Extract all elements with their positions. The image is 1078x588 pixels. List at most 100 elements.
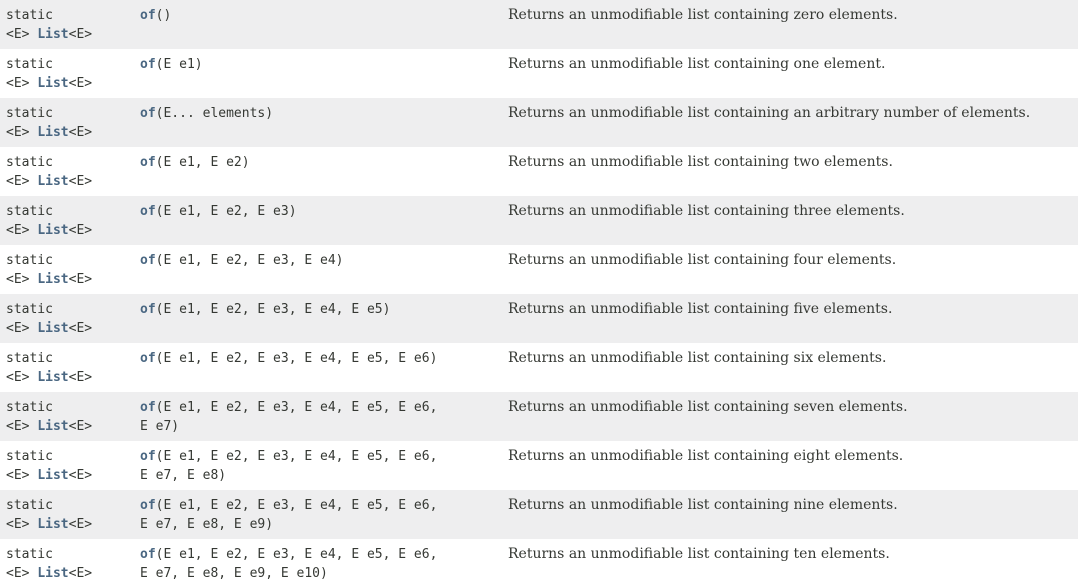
signature-cell: of(E e1) bbox=[140, 55, 508, 98]
modifier-text: static bbox=[6, 351, 53, 366]
signature-cell: of(E e1, E e2, E e3, E e4, E e5) bbox=[140, 300, 508, 343]
list-type-link[interactable]: List bbox=[37, 27, 68, 42]
method-link-of[interactable]: of bbox=[140, 351, 156, 366]
description-cell: Returns an unmodifiable list containing … bbox=[508, 448, 904, 464]
signature-cell: of(E e1, E e2, E e3, E e4, E e5, E e6, E… bbox=[140, 496, 508, 539]
method-link-of[interactable]: of bbox=[140, 8, 156, 23]
params-line2: E e7, E e8) bbox=[140, 468, 227, 483]
type-params: <E> bbox=[6, 125, 38, 140]
params-line1: (E e1, E e2, E e3, E e4, E e5) bbox=[155, 302, 391, 317]
method-summary-table: static <E> List<E> of() Returns an unmod… bbox=[0, 0, 1078, 588]
return-generic: <E> bbox=[68, 125, 93, 140]
list-type-link[interactable]: List bbox=[37, 370, 68, 385]
return-generic: <E> bbox=[68, 76, 93, 91]
list-type-link[interactable]: List bbox=[37, 174, 68, 189]
type-params: <E> bbox=[6, 76, 38, 91]
modifier-cell: static <E> List<E> bbox=[0, 349, 140, 392]
params-line1: (E e1, E e2, E e3, E e4, E e5, E e6, bbox=[155, 547, 438, 562]
table-row: static <E> List<E> of(E e1, E e2, E e3, … bbox=[0, 343, 1078, 392]
params-line1: (E e1, E e2, E e3) bbox=[155, 204, 297, 219]
description-cell: Returns an unmodifiable list containing … bbox=[508, 399, 908, 415]
method-link-of[interactable]: of bbox=[140, 400, 156, 415]
modifier-cell: static <E> List<E> bbox=[0, 202, 140, 245]
list-type-link[interactable]: List bbox=[37, 321, 68, 336]
signature-cell: of(E e1, E e2) bbox=[140, 153, 508, 196]
list-type-link[interactable]: List bbox=[37, 223, 68, 238]
return-generic: <E> bbox=[68, 517, 93, 532]
modifier-text: static bbox=[6, 302, 53, 317]
description-cell: Returns an unmodifiable list containing … bbox=[508, 546, 890, 562]
table-row: static <E> List<E> of(E e1, E e2, E e3, … bbox=[0, 539, 1078, 588]
table-row: static <E> List<E> of() Returns an unmod… bbox=[0, 0, 1078, 49]
params-line2: E e7) bbox=[140, 419, 180, 434]
type-params: <E> bbox=[6, 223, 38, 238]
params-line1: (E e1, E e2, E e3, E e4) bbox=[155, 253, 344, 268]
signature-cell: of(E e1, E e2, E e3, E e4, E e5, E e6, E… bbox=[140, 545, 508, 588]
params-line1: (E e1, E e2, E e3, E e4, E e5, E e6, bbox=[155, 498, 438, 513]
modifier-cell: static <E> List<E> bbox=[0, 251, 140, 294]
signature-cell: of(E... elements) bbox=[140, 104, 508, 147]
params-line1: () bbox=[155, 8, 172, 23]
return-generic: <E> bbox=[68, 419, 93, 434]
list-type-link[interactable]: List bbox=[37, 517, 68, 532]
description-cell: Returns an unmodifiable list containing … bbox=[508, 105, 1031, 121]
modifier-text: static bbox=[6, 400, 53, 415]
table-row: static <E> List<E> of(E e1, E e2, E e3) … bbox=[0, 196, 1078, 245]
modifier-cell: static <E> List<E> bbox=[0, 6, 140, 49]
return-generic: <E> bbox=[68, 566, 93, 581]
modifier-cell: static <E> List<E> bbox=[0, 153, 140, 196]
table-row: static <E> List<E> of(E... elements) Ret… bbox=[0, 98, 1078, 147]
modifier-cell: static <E> List<E> bbox=[0, 447, 140, 490]
list-type-link[interactable]: List bbox=[37, 272, 68, 287]
list-type-link[interactable]: List bbox=[37, 419, 68, 434]
modifier-cell: static <E> List<E> bbox=[0, 300, 140, 343]
table-row: static <E> List<E> of(E e1, E e2, E e3, … bbox=[0, 441, 1078, 490]
method-link-of[interactable]: of bbox=[140, 253, 156, 268]
modifier-cell: static <E> List<E> bbox=[0, 545, 140, 588]
params-line1: (E... elements) bbox=[155, 106, 274, 121]
signature-cell: of(E e1, E e2, E e3, E e4) bbox=[140, 251, 508, 294]
type-params: <E> bbox=[6, 27, 38, 42]
return-generic: <E> bbox=[68, 27, 93, 42]
description-cell: Returns an unmodifiable list containing … bbox=[508, 301, 893, 317]
params-line1: (E e1, E e2, E e3, E e4, E e5, E e6, bbox=[155, 449, 438, 464]
params-line1: (E e1, E e2, E e3, E e4, E e5, E e6, bbox=[155, 400, 438, 415]
type-params: <E> bbox=[6, 272, 38, 287]
description-cell: Returns an unmodifiable list containing … bbox=[508, 7, 898, 23]
return-generic: <E> bbox=[68, 321, 93, 336]
params-line2: E e7, E e8, E e9, E e10) bbox=[140, 566, 328, 581]
table-row: static <E> List<E> of(E e1, E e2, E e3, … bbox=[0, 245, 1078, 294]
list-type-link[interactable]: List bbox=[37, 76, 68, 91]
modifier-text: static bbox=[6, 106, 53, 121]
table-row: static <E> List<E> of(E e1) Returns an u… bbox=[0, 49, 1078, 98]
signature-cell: of(E e1, E e2, E e3) bbox=[140, 202, 508, 245]
table-row: static <E> List<E> of(E e1, E e2, E e3, … bbox=[0, 294, 1078, 343]
modifier-cell: static <E> List<E> bbox=[0, 496, 140, 539]
params-line2: E e7, E e8, E e9) bbox=[140, 517, 274, 532]
modifier-text: static bbox=[6, 547, 53, 562]
return-generic: <E> bbox=[68, 370, 93, 385]
table-row: static <E> List<E> of(E e1, E e2) Return… bbox=[0, 147, 1078, 196]
method-link-of[interactable]: of bbox=[140, 498, 156, 513]
type-params: <E> bbox=[6, 370, 38, 385]
type-params: <E> bbox=[6, 468, 38, 483]
modifier-cell: static <E> List<E> bbox=[0, 398, 140, 441]
return-generic: <E> bbox=[68, 223, 93, 238]
method-link-of[interactable]: of bbox=[140, 155, 156, 170]
modifier-text: static bbox=[6, 204, 53, 219]
method-link-of[interactable]: of bbox=[140, 302, 156, 317]
method-link-of[interactable]: of bbox=[140, 204, 156, 219]
method-link-of[interactable]: of bbox=[140, 547, 156, 562]
list-type-link[interactable]: List bbox=[37, 468, 68, 483]
method-link-of[interactable]: of bbox=[140, 106, 156, 121]
method-link-of[interactable]: of bbox=[140, 57, 156, 72]
type-params: <E> bbox=[6, 321, 38, 336]
list-type-link[interactable]: List bbox=[37, 125, 68, 140]
modifier-text: static bbox=[6, 253, 53, 268]
modifier-text: static bbox=[6, 155, 53, 170]
type-params: <E> bbox=[6, 419, 38, 434]
method-link-of[interactable]: of bbox=[140, 449, 156, 464]
params-line1: (E e1, E e2, E e3, E e4, E e5, E e6) bbox=[155, 351, 438, 366]
list-type-link[interactable]: List bbox=[37, 566, 68, 581]
table-row: static <E> List<E> of(E e1, E e2, E e3, … bbox=[0, 490, 1078, 539]
